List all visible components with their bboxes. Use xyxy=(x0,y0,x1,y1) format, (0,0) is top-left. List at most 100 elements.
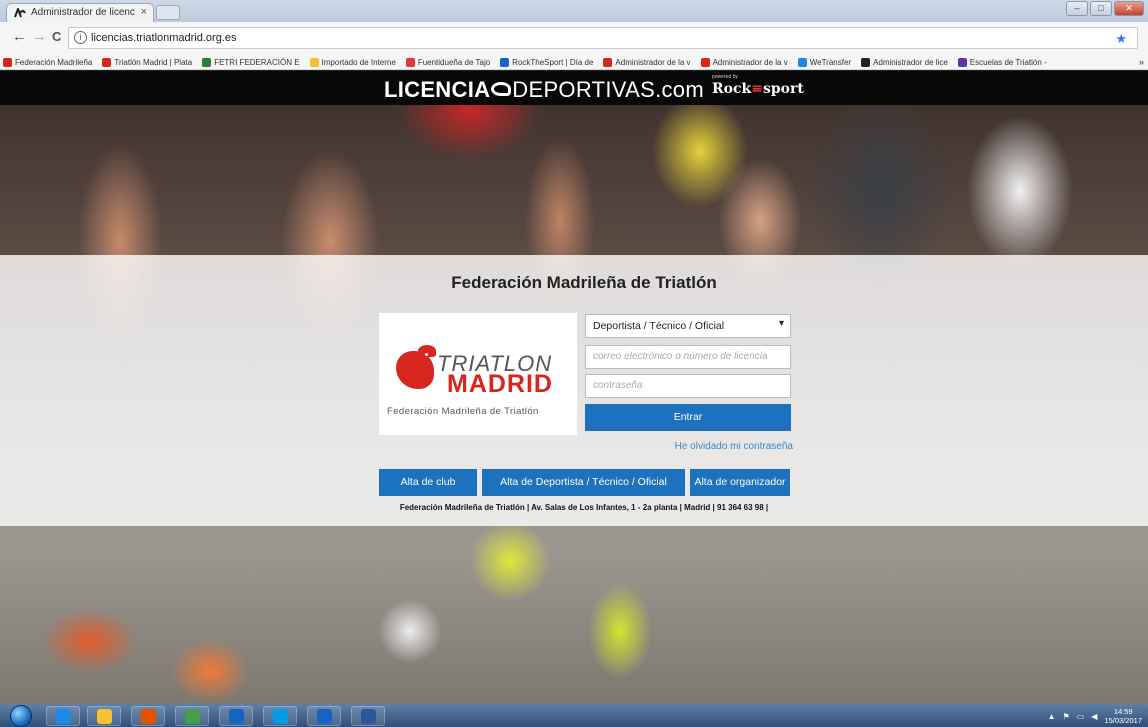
powered-by-label: powered by xyxy=(712,74,738,80)
bookmark-label: Fuentidueña de Tajo xyxy=(417,58,491,67)
fuentiduena-icon xyxy=(405,58,415,67)
taskbar-outlook-button[interactable] xyxy=(219,706,253,726)
password-field[interactable]: contraseña xyxy=(585,374,791,398)
register-athlete-button[interactable]: Alta de Deportista / Técnico / Oficial xyxy=(482,469,685,496)
bookmark-label: Escuelas de Triatlón - xyxy=(969,58,1047,67)
bear-icon xyxy=(396,345,436,389)
bookmark-item[interactable]: Fuentidueña de Tajo xyxy=(405,56,491,69)
rockthesport-logo: Rock≡sport xyxy=(712,81,804,97)
role-select-value: Deportista / Técnico / Oficial xyxy=(593,320,725,332)
window-controls: – □ ✕ xyxy=(1066,1,1144,16)
clock-date: 15/03/2017 xyxy=(1104,716,1142,725)
bookmark-label: Federación Madrileña xyxy=(15,58,93,67)
triatlon-m-icon xyxy=(603,58,613,67)
back-button[interactable]: ← xyxy=(12,28,27,45)
bookmark-item[interactable]: Administrador de lice xyxy=(861,56,948,69)
bookmark-label: FETRI FEDERACIÓN E xyxy=(214,58,300,67)
page-content: LICENCIA DEPORTIVAS.com powered by Rock≡s… xyxy=(0,71,1148,704)
wetransfer-icon xyxy=(797,58,807,67)
escuelas-icon xyxy=(957,58,967,67)
address-bar[interactable]: i licencias.triatlonmadrid.org.es ★ xyxy=(68,27,1138,49)
bookmark-label: WeTransfer xyxy=(809,58,852,67)
system-tray: ▲ ⚑ ▭ ◀ 14:59 15/03/2017 xyxy=(1048,707,1142,725)
licencias-logo-icon xyxy=(491,82,512,96)
bookmark-item[interactable]: Escuelas de Triatlón - xyxy=(957,56,1047,69)
bookmark-star-icon[interactable]: ★ xyxy=(1115,31,1127,47)
triatlon-m-icon xyxy=(3,58,12,67)
windows-taskbar: ▲ ⚑ ▭ ◀ 14:59 15/03/2017 xyxy=(0,704,1148,727)
rts-sport: sport xyxy=(762,81,804,97)
taskbar-file-explorer-button[interactable] xyxy=(87,706,121,726)
rockthesport-icon xyxy=(500,58,510,67)
register-club-button[interactable]: Alta de club xyxy=(379,469,477,496)
taskbar-skype-button[interactable] xyxy=(263,706,297,726)
bookmark-item[interactable]: Administrador de la v xyxy=(603,56,691,69)
taskbar-internet-explorer-button[interactable] xyxy=(46,706,80,726)
taskbar-chrome-button[interactable] xyxy=(175,706,209,726)
chrome-icon xyxy=(185,709,200,724)
page-title: Federación Madrileña de Triatlón xyxy=(451,273,717,292)
taskbar-word-button[interactable] xyxy=(351,706,385,726)
chevron-down-icon: ▾ xyxy=(778,318,784,329)
clock[interactable]: 14:59 15/03/2017 xyxy=(1104,707,1142,725)
forgot-password-link[interactable]: He olvidado mi contraseña xyxy=(585,441,793,452)
bookmark-label: Administrador de la v xyxy=(615,58,691,67)
clock-time: 14:59 xyxy=(1113,707,1133,716)
tab-close-icon[interactable]: × xyxy=(141,6,147,18)
outlook-icon xyxy=(229,709,244,724)
maximize-button[interactable]: □ xyxy=(1090,1,1112,16)
skype-icon xyxy=(273,709,288,724)
brand-domain: .com xyxy=(655,77,704,102)
network-icon[interactable]: ▭ xyxy=(1077,712,1085,721)
licencias-favicon-icon xyxy=(14,8,26,18)
bookmark-label: Administrador de lice xyxy=(873,58,948,67)
new-tab-button[interactable] xyxy=(156,5,180,20)
volume-icon[interactable]: ◀ xyxy=(1091,712,1097,721)
rts-the: ≡ xyxy=(751,81,763,97)
minimize-button[interactable]: – xyxy=(1066,1,1088,16)
register-organizer-button[interactable]: Alta de organizador xyxy=(690,469,790,496)
rts-rock: Rock xyxy=(712,81,752,97)
bookmark-label: Administrador de la v xyxy=(712,58,788,67)
outlook-2-icon xyxy=(317,709,332,724)
brand-licencia: LICENCIA xyxy=(384,77,491,102)
bookmark-item[interactable]: Triatlón Madrid | Plata xyxy=(102,56,192,69)
browser-toolbar: ← → C i licencias.triatlonmadrid.org.es … xyxy=(0,22,1148,56)
triatlon-m-icon xyxy=(102,58,112,67)
browser-tab[interactable]: Administrador de licenc × xyxy=(6,3,154,22)
site-info-icon[interactable]: i xyxy=(74,31,87,44)
logo-federation-text: Federación Madrileña de Triatlón xyxy=(387,406,539,417)
site-header: LICENCIA DEPORTIVAS.com powered by Rock≡s… xyxy=(0,71,1148,105)
bookmark-item[interactable]: Federación Madrileña xyxy=(3,56,92,69)
taskbar-firefox-button[interactable] xyxy=(131,706,165,726)
close-window-button[interactable]: ✕ xyxy=(1114,1,1144,16)
bookmark-item[interactable]: FETRI FEDERACIÓN E xyxy=(202,56,300,69)
reload-button[interactable]: C xyxy=(52,29,61,44)
bookmark-item[interactable]: Administrador de la v xyxy=(700,56,788,69)
file-explorer-icon xyxy=(97,709,112,724)
fetri-icon xyxy=(202,58,212,67)
licencias-icon xyxy=(861,58,871,67)
contact-footer: Federación Madrileña de Triatlón | Av. S… xyxy=(399,503,769,512)
tab-strip: Administrador de licenc × – □ ✕ xyxy=(0,0,1148,22)
forward-button[interactable]: → xyxy=(32,28,47,45)
taskbar-outlook-2-button[interactable] xyxy=(307,706,341,726)
flag-icon[interactable]: ⚑ xyxy=(1063,712,1070,721)
start-button[interactable] xyxy=(10,705,32,727)
bookmark-item[interactable]: Importado de Interne xyxy=(309,56,396,69)
bookmarks-bar: Federación Madrileña Triatlón Madrid | Pl… xyxy=(0,56,1148,70)
site-logo[interactable]: LICENCIA DEPORTIVAS.com xyxy=(384,77,704,103)
bookmark-item[interactable]: RockTheSport | Día de xyxy=(500,56,593,69)
url-text: licencias.triatlonmadrid.org.es xyxy=(91,32,237,44)
bookmark-label: Triatlón Madrid | Plata xyxy=(114,58,193,67)
folder-icon xyxy=(309,58,319,67)
role-select[interactable]: Deportista / Técnico / Oficial ▾ xyxy=(585,314,791,338)
bookmarks-overflow-button[interactable]: » xyxy=(1139,57,1144,67)
triatlon-m-icon xyxy=(700,58,710,67)
word-icon xyxy=(361,709,376,724)
tray-arrow-icon[interactable]: ▲ xyxy=(1048,712,1056,721)
login-button[interactable]: Entrar xyxy=(585,404,791,431)
bookmark-label: RockTheSport | Día de xyxy=(512,58,594,67)
email-or-license-field[interactable]: correo electrónico o número de licencia xyxy=(585,345,791,369)
bookmark-item[interactable]: WeTransfer xyxy=(797,56,852,69)
